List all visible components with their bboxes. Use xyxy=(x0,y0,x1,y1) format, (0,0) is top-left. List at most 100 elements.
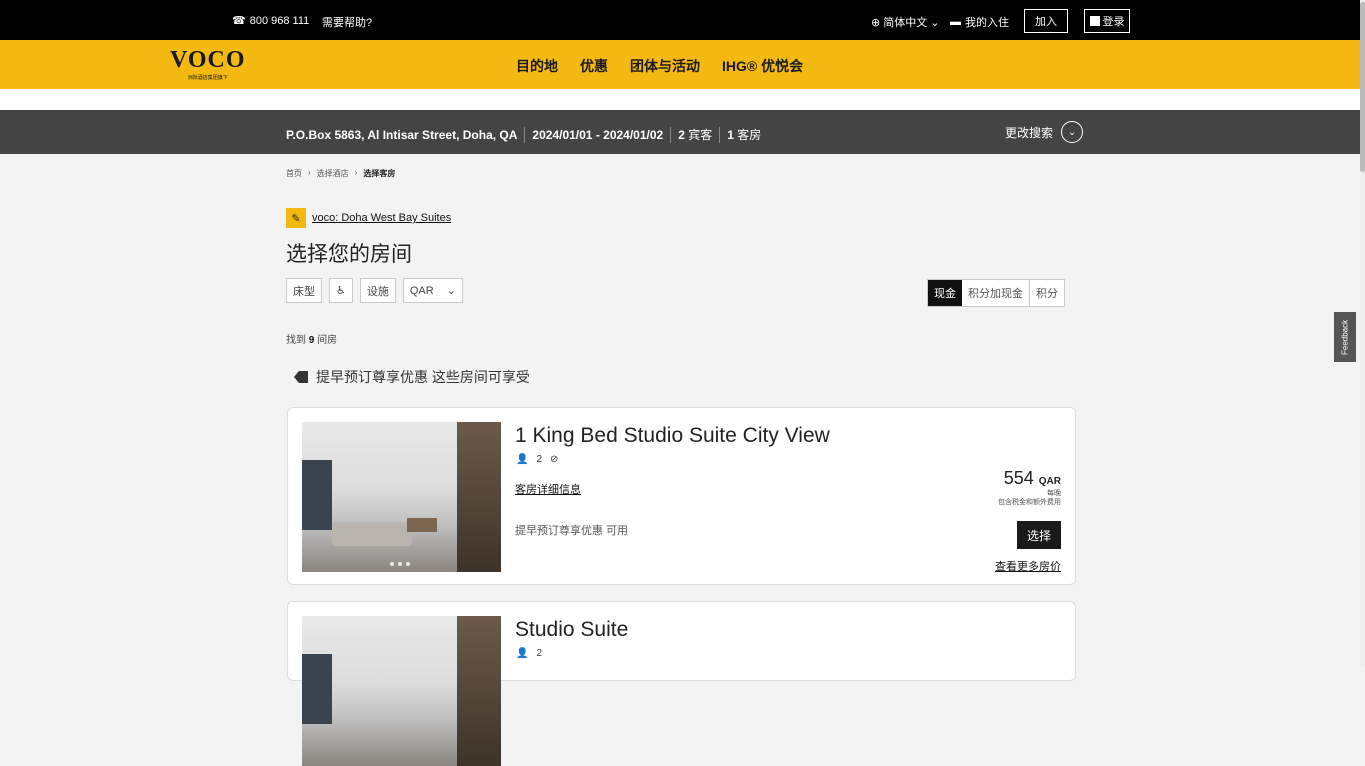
rooms-found: 找到 9 间房 xyxy=(286,331,337,346)
search-summary-bar: P.O.Box 5863, Al Intisar Street, Doha, Q… xyxy=(0,110,1360,154)
hotel-name-link[interactable]: voco: Doha West Bay Suites xyxy=(312,212,451,224)
price-amount: 554 xyxy=(1003,468,1034,488)
chevron-down-icon: ⌄ xyxy=(446,285,456,297)
change-search-label: 更改搜索 xyxy=(1005,125,1054,140)
currency-value: QAR xyxy=(409,284,434,297)
pay-points-option[interactable]: 积分 xyxy=(1030,280,1064,306)
my-stay-link[interactable]: ▬ 我的入住 xyxy=(950,14,1009,30)
person-icon: 👤 xyxy=(516,648,529,659)
logo-text: VOCO xyxy=(170,47,246,73)
bed-type-filter[interactable]: 床型 xyxy=(286,278,322,303)
room-price: 554 QAR 每晚 包含税金和额外费用 xyxy=(998,468,1061,507)
photo-wall xyxy=(457,422,501,572)
tag-icon xyxy=(294,371,308,383)
wheelchair-icon: ♿ xyxy=(336,285,346,297)
guests-count: 2 xyxy=(678,127,685,142)
breadcrumb: 首页 › 选择酒店 › 选择客房 xyxy=(286,168,395,179)
pay-points-cash-option[interactable]: 积分加现金 xyxy=(962,280,1030,306)
photo-window xyxy=(302,460,332,530)
guests-label: 宾客 xyxy=(688,128,713,142)
scrollbar-thumb[interactable] xyxy=(1360,2,1365,172)
divider xyxy=(719,126,721,143)
rooms-label: 客房 xyxy=(737,128,762,142)
chevron-right-icon: › xyxy=(354,168,358,177)
language-selector[interactable]: ⊕ 简体中文 ⌄ xyxy=(871,14,939,30)
payment-type-toggle: 现金 积分加现金 积分 xyxy=(927,279,1065,307)
select-room-button[interactable]: 选择 xyxy=(1017,521,1061,549)
tax-note: 包含税金和额外费用 xyxy=(998,499,1061,506)
help-link[interactable]: 需要帮助? xyxy=(322,14,372,30)
bed-icon: ▬ xyxy=(950,16,961,28)
room-title: Studio Suite xyxy=(515,618,629,641)
amenities-filter[interactable]: 设施 xyxy=(359,278,396,303)
room-photo-carousel[interactable] xyxy=(302,422,501,572)
rooms-count: 1 xyxy=(727,127,734,142)
top-utility-bar: ☎ 800 968 111 需要帮助? ⊕ 简体中文 ⌄ ▬ 我的入住 加入 登… xyxy=(0,0,1360,40)
chevron-down-icon: ⌄ xyxy=(1061,121,1084,143)
room-features: 👤 2 ⊘ xyxy=(516,454,558,465)
breadcrumb-current: 选择客房 xyxy=(363,169,396,178)
photo-wall xyxy=(457,616,501,766)
login-button[interactable]: 登录 xyxy=(1084,9,1130,33)
room-filters: 床型 ♿ 设施 QAR ⌄ xyxy=(286,278,463,303)
chevron-right-icon: › xyxy=(308,168,311,177)
nav-groups-events[interactable]: 团体与活动 xyxy=(630,56,700,76)
divider xyxy=(524,126,526,143)
nav-offers[interactable]: 优惠 xyxy=(580,56,608,76)
promo-banner: 提早预订尊享优惠 这些房间可享受 xyxy=(294,367,530,387)
room-guests: 2 xyxy=(536,648,543,659)
logo-subtext: 洲际酒店集团旗下 xyxy=(187,75,228,81)
room-card: Studio Suite 👤 2 xyxy=(287,601,1076,766)
photo-window xyxy=(302,654,332,724)
breadcrumb-home[interactable]: 首页 xyxy=(286,168,302,179)
language-label: 简体中文 xyxy=(883,17,928,29)
phone-number: 800 968 111 xyxy=(249,14,310,27)
person-icon: 👤 xyxy=(516,454,529,465)
room-features: 👤 2 xyxy=(516,648,542,659)
main-nav: 目的地 优惠 团体与活动 IHG® 优悦会 xyxy=(516,56,803,76)
room-title: 1 King Bed Studio Suite City View xyxy=(515,424,830,447)
page-title: 选择您的房间 xyxy=(286,243,412,266)
search-location: P.O.Box 5863, Al Intisar Street, Doha, Q… xyxy=(286,127,518,142)
hotel-heading: ✎ voco: Doha West Bay Suites xyxy=(286,208,451,228)
found-suffix: 间房 xyxy=(317,335,338,346)
currency-select[interactable]: QAR ⌄ xyxy=(402,278,463,303)
globe-icon: ⊕ xyxy=(871,16,881,29)
divider xyxy=(670,126,672,143)
login-icon xyxy=(1089,16,1100,26)
change-search-button[interactable]: 更改搜索 ⌄ xyxy=(1005,121,1084,143)
phone-link[interactable]: ☎ 800 968 111 xyxy=(232,14,310,28)
page-scrollbar[interactable] xyxy=(1360,0,1365,667)
price-currency: QAR xyxy=(1038,476,1061,487)
promo-text: 提早预订尊享优惠 这些房间可享受 xyxy=(316,369,530,385)
voco-logo[interactable]: VOCO 洲际酒店集团旗下 xyxy=(170,48,246,81)
my-stay-label: 我的入住 xyxy=(965,17,1009,29)
found-prefix: 找到 xyxy=(286,335,306,346)
pay-cash-option[interactable]: 现金 xyxy=(928,280,962,306)
nav-destinations[interactable]: 目的地 xyxy=(516,56,558,76)
room-guests: 2 xyxy=(536,454,543,465)
join-button[interactable]: 加入 xyxy=(1024,9,1068,33)
no-smoking-icon: ⊘ xyxy=(550,454,559,465)
view-more-rates-link[interactable]: 查看更多房价 xyxy=(995,558,1061,574)
header-spacer xyxy=(0,89,1360,110)
login-label: 登录 xyxy=(1102,16,1125,28)
photo-sofa xyxy=(332,522,412,546)
offer-availability: 提早预订尊享优惠 可用 xyxy=(515,525,629,537)
feedback-tab[interactable]: Feedback xyxy=(1334,312,1356,362)
carousel-dots[interactable] xyxy=(390,562,410,566)
chevron-down-icon: ⌄ xyxy=(930,16,940,29)
photo-table xyxy=(407,518,437,532)
accessible-filter[interactable]: ♿ xyxy=(329,278,353,303)
search-summary: P.O.Box 5863, Al Intisar Street, Doha, Q… xyxy=(286,126,761,143)
found-count: 9 xyxy=(308,335,315,346)
nav-ihg-rewards[interactable]: IHG® 优悦会 xyxy=(722,56,803,76)
room-photo-carousel[interactable] xyxy=(302,616,501,766)
hotel-brand-icon: ✎ xyxy=(286,208,306,228)
phone-icon: ☎ xyxy=(232,15,246,27)
room-details-link[interactable]: 客房详细信息 xyxy=(515,481,581,497)
breadcrumb-select-hotel[interactable]: 选择酒店 xyxy=(317,168,349,179)
per-night-note: 每晚 xyxy=(1047,490,1061,497)
search-dates: 2024/01/01 - 2024/01/02 xyxy=(532,127,664,142)
main-header: VOCO 洲际酒店集团旗下 目的地 优惠 团体与活动 IHG® 优悦会 xyxy=(0,40,1360,89)
